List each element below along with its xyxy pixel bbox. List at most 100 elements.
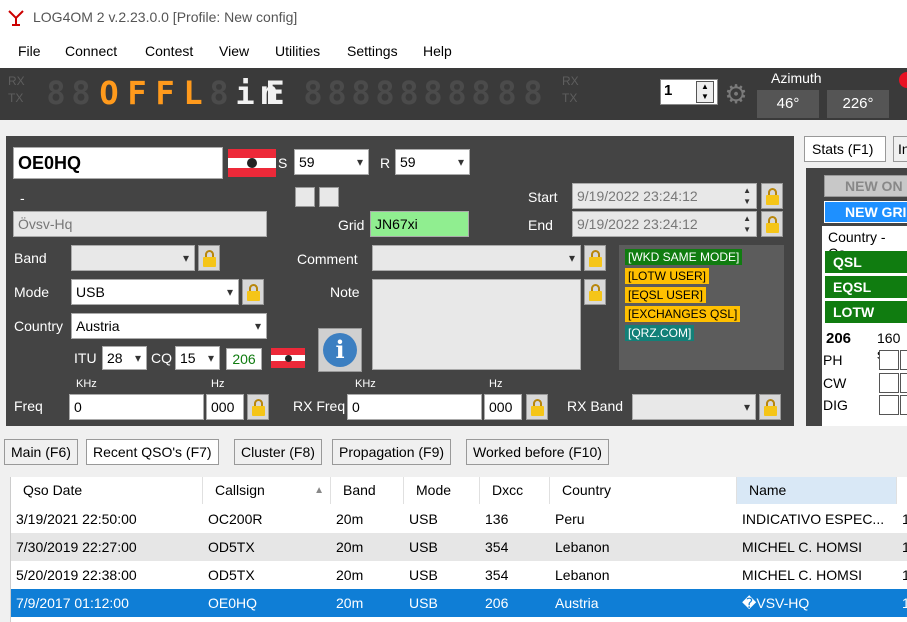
cell-mode: USB — [409, 511, 438, 527]
lock-icon[interactable] — [526, 394, 548, 420]
note-textarea[interactable] — [372, 279, 581, 370]
menu-file[interactable]: File — [18, 43, 41, 59]
menu-help[interactable]: Help — [423, 43, 452, 59]
tab-info[interactable]: In — [893, 136, 907, 162]
tx-indicator: TX — [8, 91, 24, 105]
column-header-extra[interactable] — [897, 477, 907, 504]
spin-arrows-icon[interactable]: ▲ ▼ — [696, 81, 714, 103]
grid-input[interactable]: JN67xi — [370, 211, 469, 237]
lock-icon[interactable] — [584, 245, 606, 271]
lock-icon[interactable] — [242, 279, 264, 305]
band-select[interactable]: ▾ — [71, 245, 195, 271]
rxband-label: RX Band — [567, 398, 624, 414]
spin-arrows-icon: ▲ ▼ — [743, 214, 751, 234]
menu-connect[interactable]: Connect — [65, 43, 117, 59]
segment-digit: 8 — [497, 74, 517, 112]
segment-digit: 8 — [423, 74, 443, 112]
itu-value: 28 — [107, 350, 123, 366]
country-label: Country — [14, 318, 64, 334]
lock-icon[interactable] — [247, 394, 269, 420]
freq-hz-input[interactable]: 000 — [206, 394, 244, 420]
mode-value: USB — [76, 284, 105, 300]
tag-wkd-same-mode: [WKD SAME MODE] — [625, 249, 743, 265]
rxfreq-khz-input[interactable]: 0 — [347, 394, 482, 420]
start-datetime-input[interactable]: 9/19/2022 23:24:12 ▲ ▼ — [572, 183, 757, 209]
column-header-country[interactable]: Country — [550, 477, 737, 504]
vfo-spin-value: 1 — [664, 82, 673, 99]
small-toggle-button[interactable] — [295, 187, 315, 207]
cq-select[interactable]: 15 ▾ — [175, 346, 220, 370]
cell-dxcc: 206 — [485, 595, 509, 611]
info-icon: i — [323, 333, 357, 367]
menu-settings[interactable]: Settings — [347, 43, 398, 59]
cell-country: Austria — [555, 595, 599, 611]
chevron-down-icon: ▾ — [134, 351, 141, 365]
rxband-select[interactable]: ▾ — [632, 394, 756, 420]
tab-recent-qsos[interactable]: Recent QSO's (F7) — [86, 439, 219, 465]
segment-digit: 8 — [303, 74, 323, 112]
itu-label: ITU — [74, 350, 97, 366]
chevron-down-icon: ▾ — [457, 155, 464, 169]
gear-icon[interactable]: ⚙ — [722, 80, 750, 108]
freq-khz-input[interactable]: 0 — [69, 394, 204, 420]
tag-exchanges-qsl: [EXCHANGES QSL] — [625, 306, 741, 322]
tab-cluster[interactable]: Cluster (F8) — [234, 439, 322, 465]
cell-name: MICHEL C. HOMSI — [742, 567, 863, 583]
mode-select[interactable]: USB ▾ — [71, 279, 239, 305]
lock-icon[interactable] — [761, 211, 783, 237]
stat-cell — [900, 395, 907, 415]
tab-worked-before[interactable]: Worked before (F10) — [466, 439, 609, 465]
column-header-name[interactable]: Name — [737, 477, 897, 504]
lock-icon[interactable] — [759, 394, 781, 420]
rst-sent-value: 59 — [299, 154, 315, 170]
column-header-dxcc[interactable]: Dxcc — [480, 477, 550, 504]
cell-name: MICHEL C. HOMSI — [742, 539, 863, 555]
tab-stats[interactable]: Stats (F1) — [804, 136, 886, 162]
freq-khz-label: KHz — [76, 378, 97, 390]
comment-input[interactable]: ▾ — [372, 245, 581, 271]
mode-ph-label: PH — [823, 352, 843, 368]
rxfreq-khz-label: KHz — [355, 378, 376, 390]
country-select[interactable]: Austria ▾ — [71, 313, 267, 339]
rst-rcvd-select[interactable]: 59 ▾ — [395, 149, 470, 175]
column-header-qso-date[interactable]: Qso Date — [11, 477, 203, 504]
itu-select[interactable]: 28 ▾ — [102, 346, 147, 370]
name-input[interactable]: Övsv-Hq — [13, 211, 267, 237]
cell-callsign: OD5TX — [208, 539, 255, 555]
column-header-mode[interactable]: Mode — [404, 477, 480, 504]
display-char: L — [183, 74, 203, 112]
qsl-badge: QSL — [825, 251, 907, 273]
column-header-callsign[interactable]: Callsign ▲ — [203, 477, 331, 504]
rxfreq-hz-input[interactable]: 000 — [484, 394, 522, 420]
note-label: Note — [330, 284, 360, 300]
segment-digit: 8 — [351, 74, 371, 112]
azimuth-short-path: 46° — [757, 90, 819, 118]
cell-qso-date: 7/9/2017 01:12:00 — [16, 595, 129, 611]
tab-propagation[interactable]: Propagation (F9) — [332, 439, 452, 465]
info-button[interactable]: i — [318, 328, 362, 372]
menu-contest[interactable]: Contest — [145, 43, 193, 59]
end-datetime-input[interactable]: 9/19/2022 23:24:12 ▲ ▼ — [572, 211, 757, 237]
azimuth-long-path: 226° — [827, 90, 889, 118]
tab-main[interactable]: Main (F6) — [4, 439, 78, 465]
lock-icon[interactable] — [761, 183, 783, 209]
cell-extra: 1 — [902, 595, 907, 611]
cell-name: INDICATIVO ESPEC... — [742, 511, 885, 527]
chevron-down-icon: ▾ — [254, 319, 261, 333]
segment-digit: 8 — [46, 74, 66, 112]
menu-view[interactable]: View — [219, 43, 249, 59]
lock-icon[interactable] — [584, 279, 606, 305]
menu-utilities[interactable]: Utilities — [275, 43, 320, 59]
segment-digit: 8 — [375, 74, 395, 112]
rst-sent-select[interactable]: 59 ▾ — [294, 149, 369, 175]
lock-icon[interactable] — [198, 245, 220, 271]
tag-qrz-com[interactable]: [QRZ.COM] — [625, 325, 695, 341]
cq-label: CQ — [151, 350, 172, 366]
segment-digit: 8 — [71, 74, 91, 112]
column-header-band[interactable]: Band — [331, 477, 404, 504]
small-toggle-button[interactable] — [319, 187, 339, 207]
tx-indicator-2: TX — [562, 91, 578, 105]
chevron-down-icon: ▾ — [182, 251, 189, 265]
cell-qso-date: 5/20/2019 22:38:00 — [16, 567, 137, 583]
callsign-input[interactable]: OE0HQ — [13, 147, 223, 179]
